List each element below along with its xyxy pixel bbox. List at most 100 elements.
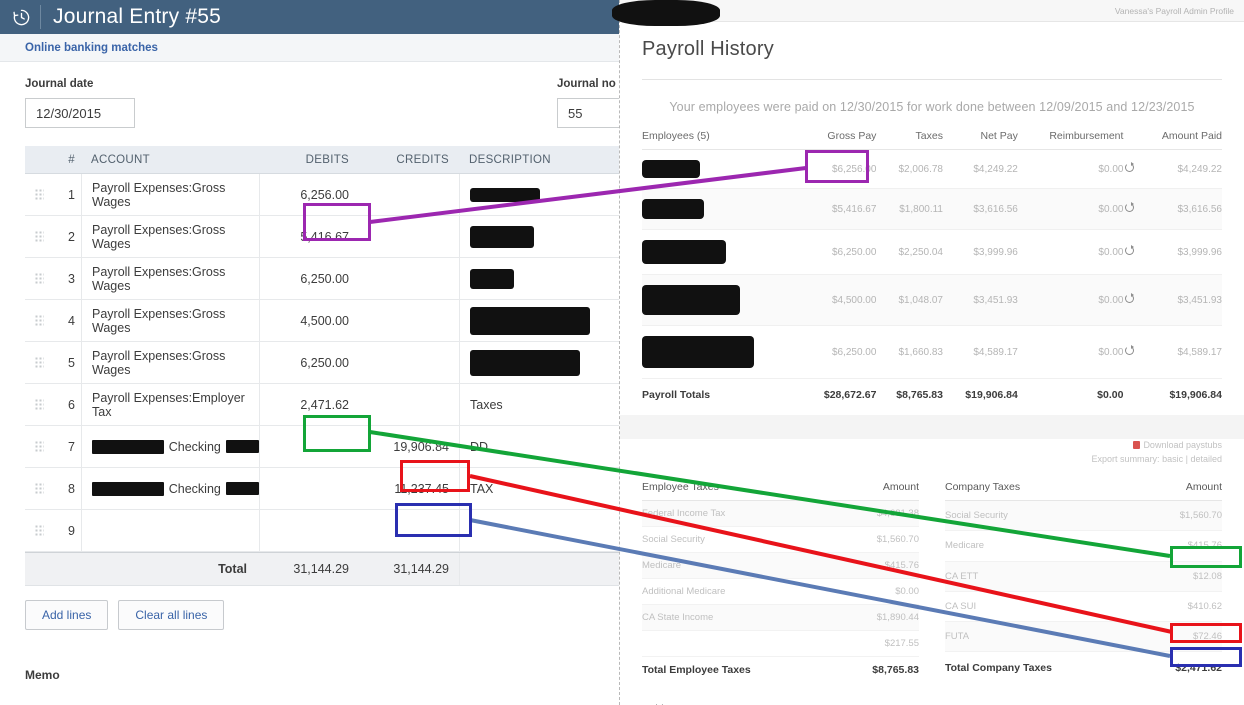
download-paystubs-link[interactable]: Download paystubs: [1143, 440, 1222, 450]
journal-credit-cell[interactable]: [359, 300, 459, 341]
journal-line-row[interactable]: 4Payroll Expenses:Gross Wages4,500.00: [25, 300, 620, 342]
journal-account-cell[interactable]: Payroll Expenses:Employer Tax: [81, 384, 259, 425]
tax-row: Social Security$1,560.70: [642, 526, 919, 552]
reissue-icon[interactable]: [1123, 326, 1136, 379]
journal-line-row[interactable]: 9: [25, 510, 620, 552]
redaction-mask-window-title: [612, 0, 720, 26]
journal-description-cell[interactable]: [459, 300, 619, 341]
tax-label: Federal Income Tax: [642, 500, 836, 526]
journal-description-cell[interactable]: [459, 174, 619, 215]
journal-account-cell[interactable]: Payroll Expenses:Gross Wages: [81, 174, 259, 215]
journal-no-field: Journal no 55: [557, 78, 620, 128]
journal-debit-cell[interactable]: 4,500.00: [259, 300, 359, 341]
journal-entry-titlebar: Journal Entry #55: [0, 0, 619, 34]
redaction-mask: [642, 285, 740, 315]
journal-no-input[interactable]: 55: [557, 98, 620, 128]
employee-row[interactable]: $6,250.00$1,660.83$4,589.17$0.00$4,589.1…: [642, 326, 1222, 379]
export-summary-label: Export summary:: [1092, 454, 1160, 464]
online-banking-matches-link[interactable]: Online banking matches: [25, 42, 158, 54]
journal-grid-header: # ACCOUNT DEBITS CREDITS DESCRIPTION: [25, 146, 620, 174]
reissue-icon[interactable]: [1123, 150, 1136, 189]
employee-row[interactable]: $4,500.00$1,048.07$3,451.93$0.00$3,451.9…: [642, 275, 1222, 326]
clear-all-lines-button[interactable]: Clear all lines: [118, 600, 224, 630]
row-drag-handle[interactable]: [25, 315, 53, 326]
journal-line-row[interactable]: 3Payroll Expenses:Gross Wages6,250.00: [25, 258, 620, 300]
journal-debit-cell[interactable]: 6,250.00: [259, 342, 359, 383]
download-paystubs-row: Download paystubs: [642, 439, 1222, 453]
col-header-credits: CREDITS: [359, 146, 459, 173]
journal-description-cell[interactable]: [459, 342, 619, 383]
export-basic-link[interactable]: basic: [1162, 454, 1183, 464]
tax-amount: $0.00: [836, 578, 919, 604]
journal-description-cell[interactable]: [459, 216, 619, 257]
journal-description-cell[interactable]: [459, 258, 619, 299]
journal-account-cell[interactable]: [81, 510, 259, 551]
journal-credit-cell[interactable]: [359, 384, 459, 425]
row-drag-handle[interactable]: [25, 189, 53, 200]
drag-grip-icon: [35, 315, 44, 326]
employee-row[interactable]: $5,416.67$1,800.11$3,616.56$0.00$3,616.5…: [642, 189, 1222, 230]
row-drag-handle[interactable]: [25, 273, 53, 284]
journal-date-input[interactable]: 12/30/2015: [25, 98, 135, 128]
journal-account-cell[interactable]: Checking: [81, 426, 259, 467]
journal-account-cell[interactable]: Payroll Expenses:Gross Wages: [81, 258, 259, 299]
employee-name-cell: [642, 189, 802, 230]
clock-history-icon[interactable]: [8, 4, 34, 30]
journal-credit-cell[interactable]: [359, 342, 459, 383]
journal-account-cell[interactable]: Payroll Expenses:Gross Wages: [81, 300, 259, 341]
journal-account-text: Payroll Expenses:Gross Wages: [92, 307, 259, 335]
journal-account-cell[interactable]: Payroll Expenses:Gross Wages: [81, 342, 259, 383]
row-drag-handle[interactable]: [25, 231, 53, 242]
drag-grip-icon: [35, 273, 44, 284]
reissue-icon[interactable]: [1123, 189, 1136, 230]
journal-debit-cell[interactable]: 6,250.00: [259, 258, 359, 299]
employee-col-header: Taxes: [876, 130, 943, 150]
row-drag-handle[interactable]: [25, 525, 53, 536]
journal-line-row[interactable]: 5 Payroll Expenses:Gross Wages6,250.00: [25, 342, 620, 384]
memo-label: Memo: [25, 668, 619, 682]
highlight-total-payroll-taxes: [1170, 647, 1242, 667]
journal-debit-cell[interactable]: [259, 468, 359, 509]
journal-credit-cell[interactable]: [359, 174, 459, 215]
journal-description-cell[interactable]: [459, 510, 619, 551]
reissue-icon[interactable]: [1123, 230, 1136, 275]
journal-account-text: Payroll Expenses:Employer Tax: [92, 391, 259, 419]
row-drag-handle[interactable]: [25, 357, 53, 368]
journal-account-cell[interactable]: Payroll Expenses:Gross Wages: [81, 216, 259, 257]
employee-reimbursement: $0.00: [1018, 189, 1124, 230]
redaction-mask: [470, 307, 590, 335]
journal-line-number: 8: [53, 482, 81, 496]
journal-description-cell[interactable]: DD: [459, 426, 619, 467]
journal-account-cell[interactable]: Checking: [81, 468, 259, 509]
employee-name-cell: [642, 230, 802, 275]
tax-row: $217.55: [642, 630, 919, 656]
redaction-mask: [92, 482, 164, 496]
redaction-mask: [642, 336, 754, 368]
add-lines-button[interactable]: Add lines: [25, 600, 108, 630]
journal-credit-cell[interactable]: [359, 258, 459, 299]
company-taxes-amount-header: Amount: [1138, 481, 1222, 501]
tax-row: Additional Medicare$0.00: [642, 578, 919, 604]
employee-row[interactable]: $6,250.00$2,250.04$3,999.96$0.00$3,999.9…: [642, 230, 1222, 275]
journal-description-cell[interactable]: Taxes: [459, 384, 619, 425]
reissue-icon[interactable]: [1123, 275, 1136, 326]
col-header-num: #: [53, 154, 81, 166]
employee-row[interactable]: $6,256.00$2,006.78$4,249.22$0.00$4,249.2…: [642, 150, 1222, 189]
tax-label: Medicare: [945, 531, 1138, 561]
col-header-debits: DEBITS: [259, 146, 359, 173]
journal-account-text: Payroll Expenses:Gross Wages: [92, 349, 259, 377]
row-drag-handle[interactable]: [25, 441, 53, 452]
redaction-mask: [470, 226, 534, 248]
journal-line-number: 5: [53, 356, 81, 370]
payroll-totals-row: Payroll Totals$28,672.67$8,765.83$19,906…: [642, 379, 1222, 412]
export-detailed-link[interactable]: detailed: [1190, 454, 1222, 464]
row-drag-handle[interactable]: [25, 399, 53, 410]
title-divider: [642, 79, 1222, 80]
tax-row: CA SUI$410.62: [945, 591, 1222, 621]
journal-description-cell[interactable]: TAX: [459, 468, 619, 509]
journal-debit-cell[interactable]: [259, 510, 359, 551]
row-drag-handle[interactable]: [25, 483, 53, 494]
journal-credit-cell[interactable]: [359, 216, 459, 257]
journal-line-row[interactable]: 8Checking11,237.45TAX: [25, 468, 620, 510]
employee-taxes: $1,800.11: [876, 189, 943, 230]
